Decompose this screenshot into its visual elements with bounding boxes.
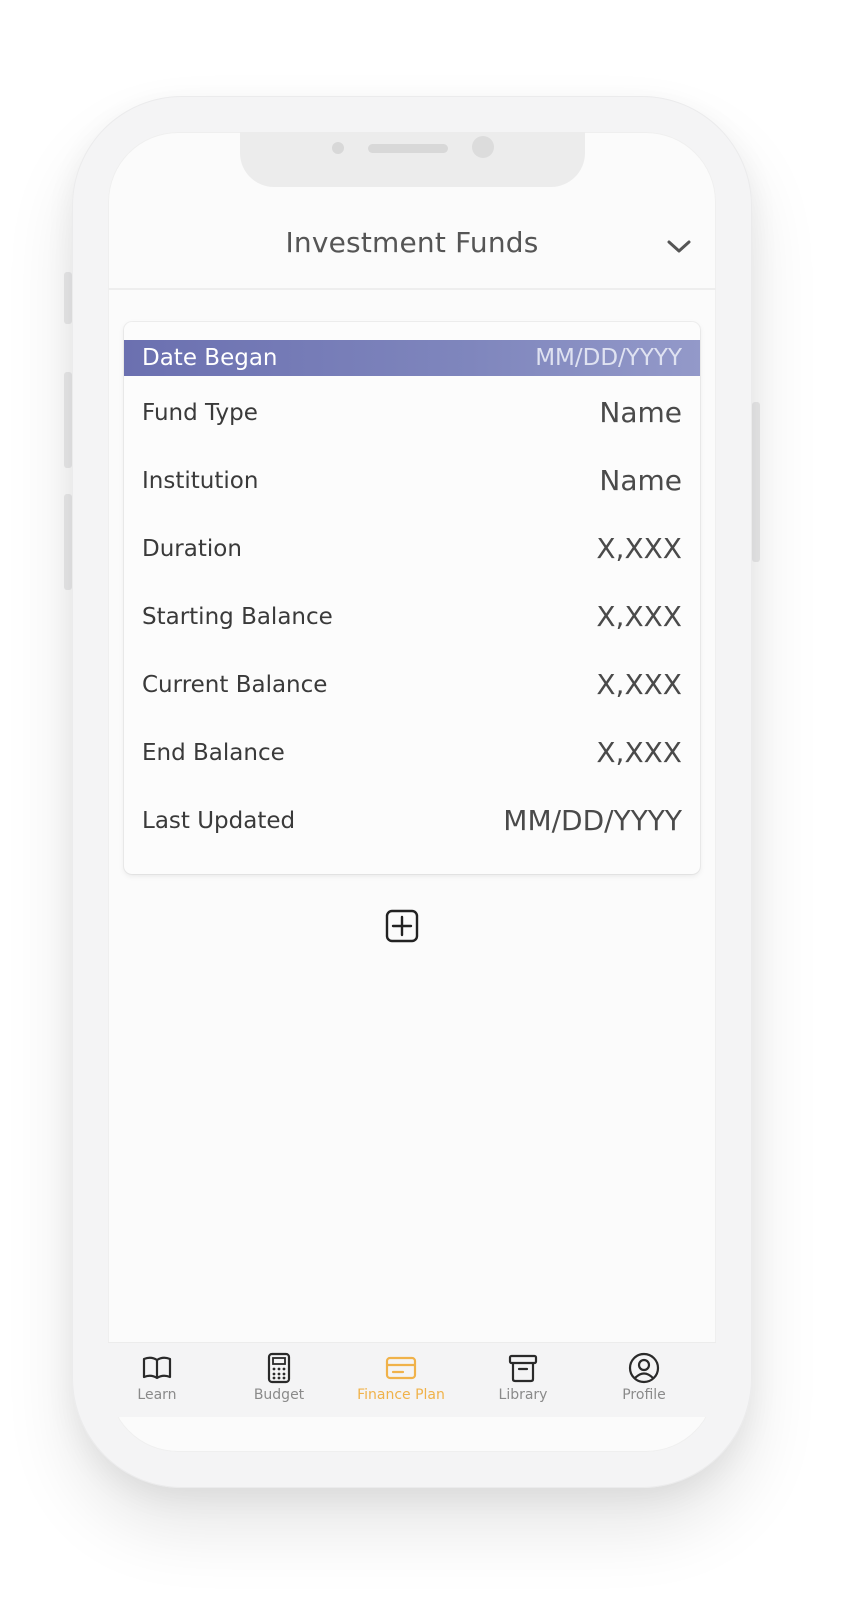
row-value: X,XXX [596,600,682,633]
tab-label: Learn [137,1387,177,1403]
row-label: Current Balance [142,672,328,698]
archive-icon [508,1354,538,1383]
user-circle-icon [628,1352,660,1384]
duration-row: Duration X,XXX [142,530,682,570]
row-label: Institution [142,468,259,494]
row-value: Name [599,464,682,497]
tab-label: Profile [622,1387,666,1403]
row-value: X,XXX [596,736,682,769]
tab-library[interactable]: Library [468,1351,578,1411]
phone-volume-up [64,372,72,468]
tab-finance-plan[interactable]: Finance Plan [346,1351,456,1411]
chevron-down-icon[interactable] [664,232,694,262]
tab-label: Finance Plan [357,1387,445,1403]
mockup-stage: Investment Funds Date Began MM/DD/YYYY F… [0,0,842,1618]
page-title: Investment Funds [285,226,539,259]
page-header: Investment Funds [108,212,716,290]
row-label: Fund Type [142,400,258,426]
end-balance-row: End Balance X,XXX [142,734,682,774]
front-camera [472,136,494,158]
sensor-dot [332,142,344,154]
phone-notch [240,132,585,187]
starting-balance-row: Starting Balance X,XXX [142,598,682,638]
tab-profile[interactable]: Profile [589,1351,699,1411]
phone-power-button [752,402,760,562]
tab-label: Library [498,1387,548,1403]
tab-label: Budget [253,1387,305,1403]
date-began-label: Date Began [142,345,278,371]
card-header-bar: Date Began MM/DD/YYYY [124,340,700,376]
institution-row: Institution Name [142,462,682,502]
row-label: Duration [142,536,242,562]
row-value: X,XXX [596,668,682,701]
tab-budget[interactable]: Budget [224,1351,334,1411]
bottom-tab-bar: Learn Budget Finance Plan Library Profil… [108,1342,716,1417]
add-fund-button[interactable] [385,909,419,943]
current-balance-row: Current Balance X,XXX [142,666,682,706]
row-value: MM/DD/YYYY [503,804,682,837]
phone-mute-switch [64,272,72,324]
row-value: X,XXX [596,532,682,565]
row-label: Starting Balance [142,604,333,630]
date-began-value: MM/DD/YYYY [535,345,682,371]
book-open-icon [142,1356,172,1380]
tab-learn[interactable]: Learn [108,1351,212,1411]
phone-volume-down [64,494,72,590]
credit-card-icon [385,1356,417,1380]
calculator-icon [267,1352,291,1384]
earpiece-speaker [368,144,448,153]
row-label: Last Updated [142,808,296,834]
last-updated-row: Last Updated MM/DD/YYYY [142,802,682,842]
fund-card[interactable]: Date Began MM/DD/YYYY Fund Type Name Ins… [124,322,700,874]
fund-type-row: Fund Type Name [142,394,682,434]
row-value: Name [599,396,682,429]
row-label: End Balance [142,740,285,766]
phone-screen: Investment Funds Date Began MM/DD/YYYY F… [108,132,716,1452]
